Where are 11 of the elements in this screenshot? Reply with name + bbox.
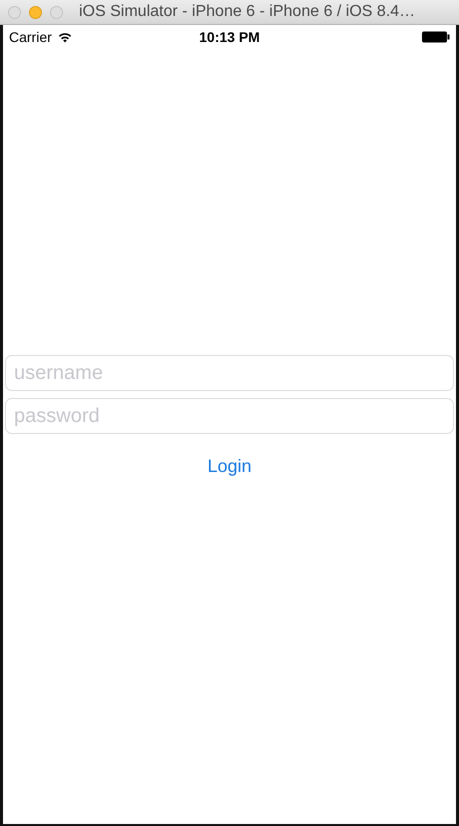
zoom-icon[interactable] xyxy=(50,6,63,18)
password-field[interactable]: password xyxy=(5,398,454,434)
battery-icon xyxy=(422,31,450,43)
window-title: iOS Simulator - iPhone 6 - iPhone 6 / iOS 8.4… xyxy=(79,3,416,21)
carrier-label: Carrier xyxy=(9,29,52,45)
login-button[interactable]: Login xyxy=(203,454,256,479)
close-icon[interactable] xyxy=(8,6,21,18)
clock-time: 10:13 PM xyxy=(199,29,260,45)
username-field[interactable]: username xyxy=(5,355,454,391)
wifi-icon xyxy=(58,32,72,42)
minimize-icon[interactable] xyxy=(29,6,42,18)
